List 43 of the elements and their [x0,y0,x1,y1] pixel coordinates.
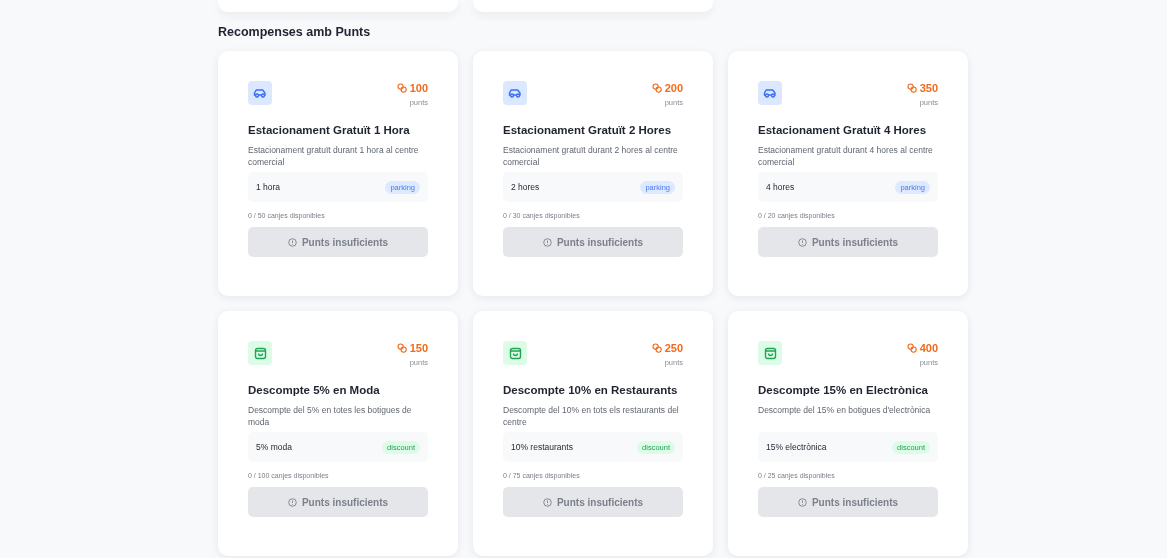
car-icon [763,88,777,98]
reward-title: Descompte 15% en Electrònica [758,384,929,396]
points-value: 100 [409,82,428,94]
reward-description: Descompte del 15% en botigues d'electrònica [758,404,932,417]
reward-description: Descompte del 5% en totes les botigues de moda [248,404,413,428]
reward-title: Descompte 10% en Restaurants [503,384,679,396]
info-icon [542,237,552,247]
reward-description: Estacionament gratuït durant 1 hora al centre comercial [248,144,420,168]
info-icon [797,237,807,247]
coins-icon [396,343,407,353]
reward-description: Estacionament gratuït durant 4 hores al centre comercial [758,144,934,168]
coins-icon [906,343,917,353]
reward-value: 10% restaurants [511,442,573,452]
coins-icon [651,343,662,353]
reward-title: Estacionament Gratuït 4 Hores [758,124,928,136]
info-icon [287,237,297,247]
reward-value: 15% electrònica [766,442,827,452]
points-value: 350 [919,82,938,94]
car-icon [508,88,522,98]
reward-title: Estacionament Gratuït 1 Hora [248,124,411,136]
reward-description: Descompte del 10% en tots els restaurants del centre [503,404,680,428]
info-icon [542,497,552,507]
points-value: 250 [664,342,683,354]
coins-icon [651,83,662,93]
coins-icon [906,83,917,93]
points-value: 400 [919,342,938,354]
coins-icon [396,83,407,93]
car-icon [253,88,267,98]
section-title: Recompenses amb Punts [218,25,372,39]
shopping-bag-icon [763,346,777,360]
points-value: 200 [664,82,683,94]
shopping-bag-icon [253,346,267,360]
info-icon [287,497,297,507]
reward-value: 2 hores [511,182,540,192]
reward-title: Estacionament Gratuït 2 Hores [503,124,673,136]
reward-title: Descompte 5% en Moda [248,384,381,396]
shopping-bag-icon [508,346,522,360]
points-value: 150 [409,342,428,354]
info-icon [797,497,807,507]
reward-value: 4 hores [766,182,795,192]
reward-value: 5% moda [256,442,292,452]
reward-description: Estacionament gratuït durant 2 hores al centre comercial [503,144,679,168]
reward-value: 1 hora [256,182,281,192]
